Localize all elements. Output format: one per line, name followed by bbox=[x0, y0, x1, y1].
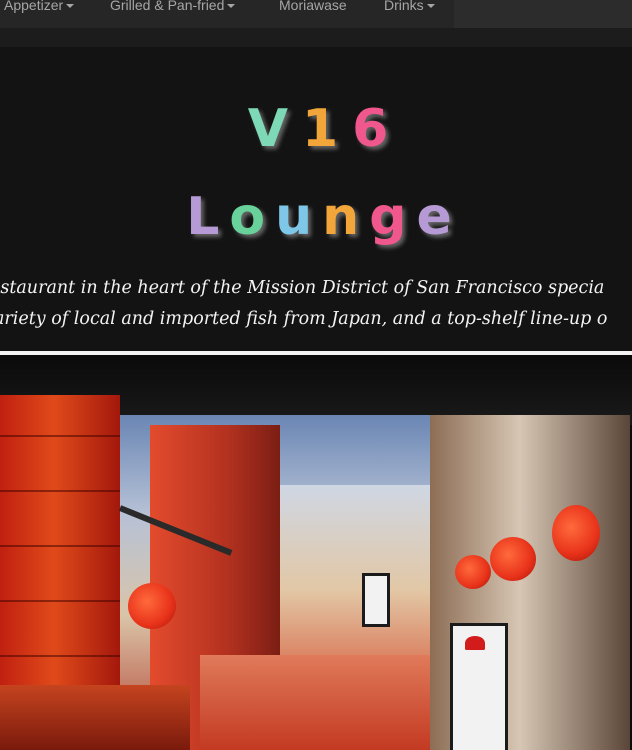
nav-item-label: Appetizer bbox=[4, 0, 64, 13]
caret-down-icon bbox=[426, 4, 435, 9]
logo-letter: 1 bbox=[301, 99, 353, 159]
logo-v16: V16 bbox=[0, 99, 632, 159]
hero-header: V16 Lounge estaurant in the heart of the… bbox=[0, 47, 632, 351]
logo-letter: 6 bbox=[352, 99, 403, 159]
nav-item-label: Grilled & Pan-fried bbox=[110, 0, 225, 13]
nav-item-moriawase[interactable]: Moriawase bbox=[279, 0, 347, 15]
photo-sign-small bbox=[362, 573, 390, 627]
logo-letter: n bbox=[322, 187, 370, 247]
logo-letter: o bbox=[229, 187, 276, 247]
lantern-icon bbox=[455, 555, 491, 589]
photo-sign-large bbox=[450, 623, 508, 750]
top-navbar: Appetizer Grilled & Pan-fried Moriawase … bbox=[0, 0, 632, 29]
caret-down-icon bbox=[66, 4, 75, 9]
lantern-icon bbox=[128, 583, 176, 629]
photo-street bbox=[200, 655, 430, 750]
logo-letter: V bbox=[247, 99, 302, 159]
logo-letter: u bbox=[275, 187, 323, 247]
nav-item-appetizer[interactable]: Appetizer bbox=[4, 0, 75, 15]
nav-item-label: Moriawase bbox=[279, 0, 347, 13]
tagline-line-1: estaurant in the heart of the Mission Di… bbox=[0, 278, 605, 298]
caret-down-icon bbox=[227, 4, 236, 9]
photo-bar-counter bbox=[0, 685, 190, 750]
nav-spacer bbox=[0, 28, 632, 47]
page: Appetizer Grilled & Pan-fried Moriawase … bbox=[0, 0, 632, 750]
nav-item-label: Drinks bbox=[384, 0, 424, 13]
nav-item-grilled-pan-fried[interactable]: Grilled & Pan-fried bbox=[110, 0, 236, 15]
logo-letter: L bbox=[186, 187, 230, 247]
lantern-icon bbox=[552, 505, 600, 561]
restaurant-photo bbox=[0, 355, 632, 750]
logo-letter: g bbox=[369, 187, 417, 247]
logo-lounge: Lounge bbox=[0, 187, 632, 247]
lantern-icon bbox=[490, 537, 536, 581]
nav-item-drinks[interactable]: Drinks bbox=[384, 0, 435, 15]
nav-menu: Appetizer Grilled & Pan-fried Moriawase … bbox=[0, 0, 454, 28]
tagline-line-2: ariety of local and imported fish from J… bbox=[0, 309, 608, 329]
logo-letter: e bbox=[416, 187, 462, 247]
